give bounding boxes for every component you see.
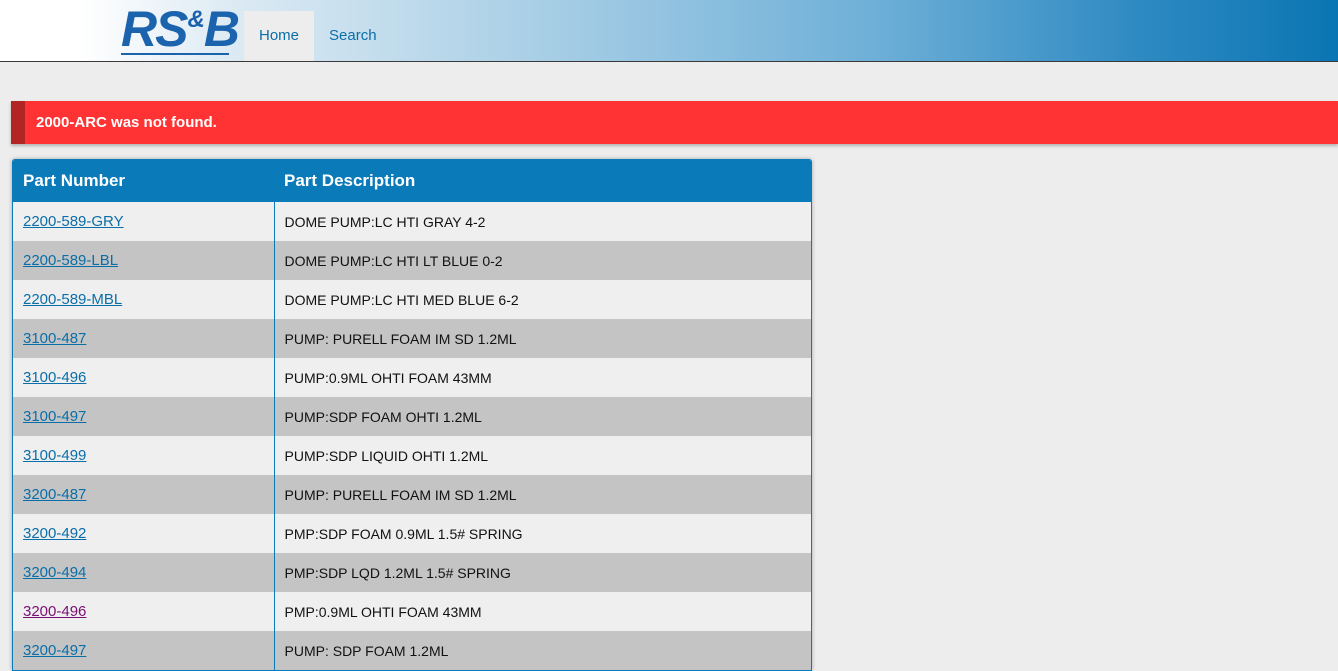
logo-text-amp: &	[187, 6, 204, 33]
part-description: PUMP:0.9ML OHTI FOAM 43MM	[284, 369, 492, 386]
not-found-alert: 2000-ARC was not found.	[11, 101, 1338, 144]
part-number-link[interactable]: 3100-496	[23, 369, 86, 386]
parts-table: Part Number Part Description 2200-589-GR…	[13, 160, 811, 670]
part-number-link[interactable]: 2200-589-GRY	[23, 213, 124, 230]
part-description: DOME PUMP:LC HTI LT BLUE 0-2	[284, 252, 503, 269]
table-row: 2200-589-LBL DOME PUMP:LC HTI LT BLUE 0-…	[13, 241, 811, 280]
part-number-link[interactable]: 3200-497	[23, 642, 86, 659]
table-header-row: Part Number Part Description	[13, 160, 811, 202]
nav-home[interactable]: Home	[244, 11, 315, 61]
header-part-number: Part Number	[23, 171, 126, 190]
nav-search[interactable]: Search	[314, 11, 392, 61]
part-number-link[interactable]: 2200-589-MBL	[23, 291, 122, 308]
table-row: 2200-589-MBL DOME PUMP:LC HTI MED BLUE 6…	[13, 280, 811, 319]
table-row: 3200-494 PMP:SDP LQD 1.2ML 1.5# SPRING	[13, 553, 811, 592]
part-description: PMP:SDP LQD 1.2ML 1.5# SPRING	[284, 564, 511, 581]
logo-underline	[121, 53, 229, 55]
table-row: 3100-499 PUMP:SDP LIQUID OHTI 1.2ML	[13, 436, 811, 475]
part-description: PUMP:SDP LIQUID OHTI 1.2ML	[284, 447, 489, 464]
table-row: 2200-589-GRY DOME PUMP:LC HTI GRAY 4-2	[13, 202, 811, 241]
table-row: 3200-487 PUMP: PURELL FOAM IM SD 1.2ML	[13, 475, 811, 514]
part-number-link[interactable]: 3200-496	[23, 603, 86, 620]
part-description: PUMP:SDP FOAM OHTI 1.2ML	[284, 408, 482, 425]
part-number-link[interactable]: 2200-589-LBL	[23, 252, 118, 269]
header-part-description: Part Description	[284, 171, 416, 190]
part-description: PUMP: PURELL FOAM IM SD 1.2ML	[284, 330, 517, 347]
table-row: 3100-496 PUMP:0.9ML OHTI FOAM 43MM	[13, 358, 811, 397]
part-description: PUMP: SDP FOAM 1.2ML	[284, 642, 449, 659]
parts-table-container: Part Number Part Description 2200-589-GR…	[12, 159, 812, 671]
part-description: PMP:0.9ML OHTI FOAM 43MM	[284, 603, 482, 620]
part-number-link[interactable]: 3200-487	[23, 486, 86, 503]
logo-text-b: B	[203, 1, 240, 57]
part-number-link[interactable]: 3100-497	[23, 408, 86, 425]
part-number-link[interactable]: 3200-494	[23, 564, 86, 581]
part-number-link[interactable]: 3100-499	[23, 447, 86, 464]
logo-text-rs: RS	[121, 1, 188, 57]
table-row: 3200-492 PMP:SDP FOAM 0.9ML 1.5# SPRING	[13, 514, 811, 553]
part-description: DOME PUMP:LC HTI GRAY 4-2	[284, 213, 486, 230]
table-row: 3100-487 PUMP: PURELL FOAM IM SD 1.2ML	[13, 319, 811, 358]
table-row: 3200-497 PUMP: SDP FOAM 1.2ML	[13, 631, 811, 670]
main-nav: Home Search	[244, 11, 392, 61]
part-description: PUMP: PURELL FOAM IM SD 1.2ML	[284, 486, 517, 503]
part-description: DOME PUMP:LC HTI MED BLUE 6-2	[284, 291, 519, 308]
table-row: 3200-496 PMP:0.9ML OHTI FOAM 43MM	[13, 592, 811, 631]
part-number-link[interactable]: 3100-487	[23, 330, 86, 347]
site-header: RS & B Home Search	[0, 0, 1338, 62]
alert-message: 2000-ARC was not found.	[36, 114, 217, 131]
table-row: 3100-497 PUMP:SDP FOAM OHTI 1.2ML	[13, 397, 811, 436]
alert-accent-bar	[11, 101, 25, 144]
rsb-logo[interactable]: RS & B	[121, 1, 240, 57]
part-number-link[interactable]: 3200-492	[23, 525, 86, 542]
parts-table-body: 2200-589-GRY DOME PUMP:LC HTI GRAY 4-2 2…	[13, 202, 811, 670]
part-description: PMP:SDP FOAM 0.9ML 1.5# SPRING	[284, 525, 523, 542]
